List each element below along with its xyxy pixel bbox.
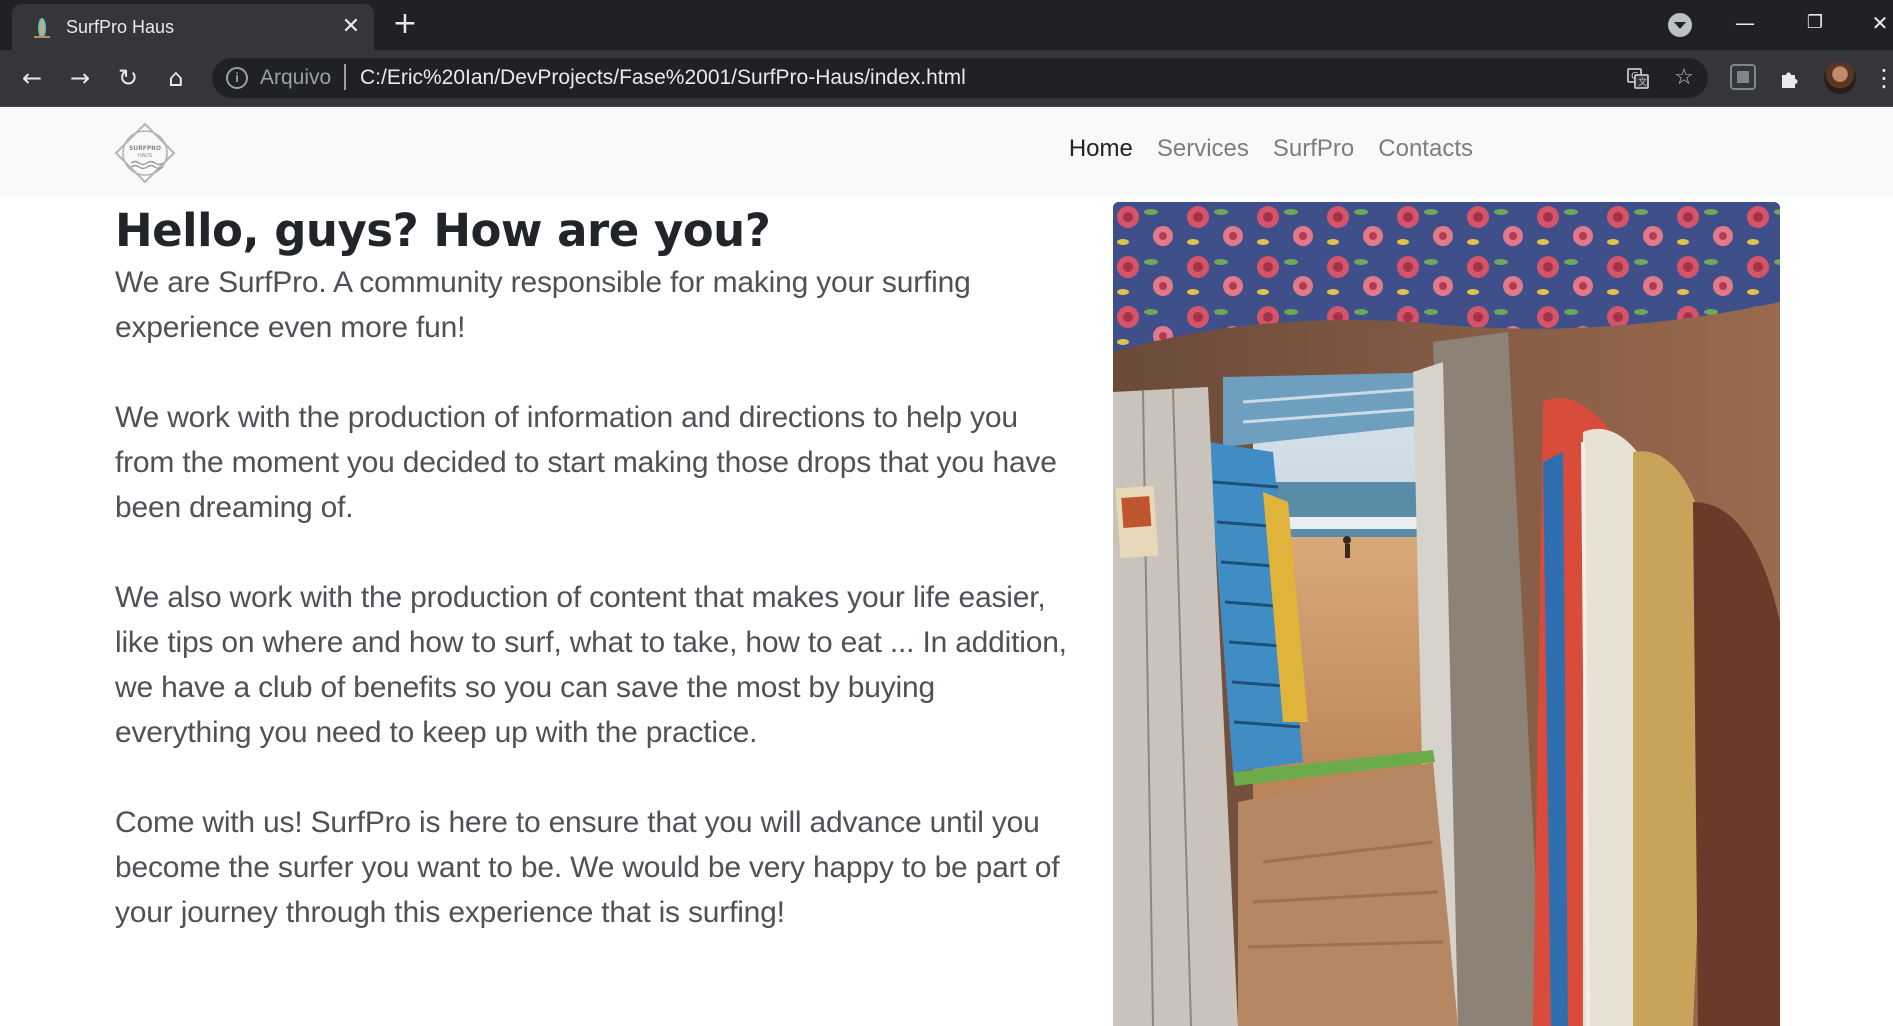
address-bar[interactable]: i Arquivo C:/Eric%20Ian/DevProjects/Fase… <box>212 58 1708 98</box>
browser-toolbar: ← → ↻ ⌂ i Arquivo C:/Eric%20Ian/DevProje… <box>0 50 1893 107</box>
page-headline: Hello, guys? How are you? <box>115 204 771 257</box>
home-icon[interactable]: ⌂ <box>160 62 192 94</box>
svg-text:SURFPRO: SURFPRO <box>129 145 161 152</box>
web-page: SURFPRO HAUS Home Services SurfPro Conta… <box>0 107 1893 1026</box>
star-icon[interactable]: ☆ <box>1668 62 1700 94</box>
nav-contacts[interactable]: Contacts <box>1366 135 1485 163</box>
intro-section: Hello, guys? How are you? We are SurfPro… <box>115 202 1075 980</box>
url-text[interactable]: C:/Eric%20Ian/DevProjects/Fase%2001/Surf… <box>360 66 966 90</box>
restore-button[interactable]: ❐ <box>1790 6 1840 40</box>
url-divider <box>344 64 346 90</box>
extension-icon[interactable] <box>1730 64 1756 90</box>
nav-surfpro[interactable]: SurfPro <box>1261 135 1366 163</box>
browser-tab[interactable]: SurfPro Haus ✕ <box>12 4 374 50</box>
close-window-button[interactable]: ✕ <box>1855 6 1893 40</box>
svg-text:HAUS: HAUS <box>138 153 152 159</box>
translate-icon[interactable]: G 文 <box>1622 62 1654 94</box>
content-paragraph: We also work with the production of cont… <box>115 581 1067 749</box>
reload-icon[interactable]: ↻ <box>112 62 144 94</box>
new-tab-button[interactable]: + <box>390 9 420 40</box>
browser-tab-strip: SurfPro Haus ✕ + — ❐ ✕ <box>0 0 1893 50</box>
svg-text:文: 文 <box>1638 76 1647 88</box>
surfpro-logo[interactable]: SURFPRO HAUS <box>113 121 177 185</box>
invite-paragraph: Come with us! SurfPro is here to ensure … <box>115 806 1060 929</box>
puzzle-icon[interactable] <box>1774 63 1806 95</box>
tab-title: SurfPro Haus <box>66 17 175 37</box>
info-paragraph: We work with the production of informati… <box>115 401 1057 524</box>
scheme-label: Arquivo <box>260 66 332 89</box>
tab-search-icon[interactable] <box>1668 13 1692 37</box>
surf-hut-photo <box>1113 202 1780 1026</box>
minimize-button[interactable]: — <box>1720 6 1770 40</box>
forward-arrow-icon[interactable]: → <box>64 62 96 94</box>
surfboard-favicon-icon <box>30 16 54 40</box>
tab-close-icon[interactable]: ✕ <box>338 14 364 40</box>
nav-services[interactable]: Services <box>1145 135 1261 163</box>
main-nav: Home Services SurfPro Contacts <box>1057 135 1485 163</box>
avatar[interactable] <box>1824 62 1856 94</box>
back-arrow-icon[interactable]: ← <box>16 62 48 94</box>
intro-paragraph: We are SurfPro. A community responsible … <box>115 266 971 344</box>
info-icon[interactable]: i <box>226 67 248 89</box>
site-navbar: SURFPRO HAUS Home Services SurfPro Conta… <box>0 107 1893 196</box>
nav-home[interactable]: Home <box>1057 135 1145 163</box>
menu-icon[interactable]: ⋮ <box>1868 62 1893 94</box>
